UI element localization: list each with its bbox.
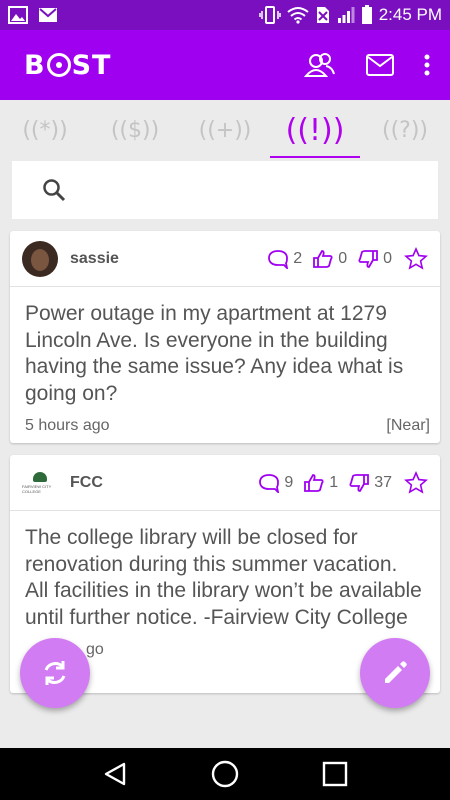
- status-time: 2:45 PM: [378, 5, 442, 24]
- search-icon[interactable]: [42, 178, 66, 202]
- app-logo: B ST: [24, 49, 112, 81]
- star-icon[interactable]: [404, 246, 428, 271]
- comment-icon: [259, 473, 280, 493]
- comment-count: 9: [284, 473, 294, 491]
- comment-count: 2: [293, 249, 303, 267]
- likes-stat[interactable]: 0: [312, 249, 347, 269]
- recents-icon[interactable]: [322, 761, 348, 787]
- post-time: 5 hours ago: [25, 417, 110, 434]
- compose-button[interactable]: [360, 638, 430, 708]
- post-text: The college library will be closed for r…: [25, 526, 422, 629]
- comments-stat[interactable]: 2: [267, 249, 302, 269]
- status-bar: 2:45 PM: [0, 0, 450, 30]
- comment-icon: [268, 249, 289, 269]
- thumbs-down-icon: [358, 249, 378, 268]
- post-author[interactable]: FCC: [70, 474, 103, 492]
- battery-icon: [361, 5, 372, 24]
- messages-icon[interactable]: [366, 54, 394, 76]
- dislike-count: 37: [374, 473, 392, 491]
- tab-question[interactable]: ((?)): [360, 100, 450, 160]
- dislikes-stat[interactable]: 37: [348, 473, 392, 493]
- search-bar[interactable]: [12, 161, 438, 219]
- tab-all[interactable]: ((*)): [0, 100, 90, 160]
- logo-broadcast-icon: [46, 53, 71, 77]
- wifi-icon: [287, 7, 309, 24]
- alert-broadcast-icon: ((!)): [285, 112, 345, 148]
- tab-plus[interactable]: ((+)): [180, 100, 270, 160]
- post-header: sassie 2 0 0: [10, 231, 440, 287]
- thumbs-up-icon: [313, 249, 333, 268]
- post-text: Power outage in my apartment at 1279 Lin…: [25, 302, 404, 405]
- comments-stat[interactable]: 9: [258, 473, 293, 493]
- dislikes-stat[interactable]: 0: [357, 249, 392, 269]
- overflow-menu-icon[interactable]: [424, 54, 430, 76]
- refresh-button[interactable]: [20, 638, 90, 708]
- like-count: 1: [329, 473, 339, 491]
- back-icon[interactable]: [102, 761, 128, 787]
- dislike-count: 0: [383, 249, 392, 267]
- money-broadcast-icon: (($)): [110, 117, 160, 143]
- question-broadcast-icon: ((?)): [381, 117, 428, 143]
- tab-alert[interactable]: ((!)): [270, 100, 360, 160]
- refresh-icon: [44, 661, 66, 685]
- tab-money[interactable]: (($)): [90, 100, 180, 160]
- vibrate-icon: [258, 6, 281, 24]
- avatar[interactable]: FAIRVIEW CITY COLLEGE: [22, 464, 58, 501]
- post-tag: [Near]: [386, 417, 430, 434]
- likes-stat[interactable]: 1: [303, 473, 338, 493]
- system-nav-bar: [0, 748, 450, 800]
- post-card[interactable]: sassie 2 0 0 Power outage in my apartmen…: [10, 231, 440, 443]
- post-author[interactable]: sassie: [70, 250, 119, 268]
- star-icon[interactable]: [404, 470, 428, 495]
- category-tabs: ((*)) (($)) ((+)) ((!)) ((?)): [0, 100, 450, 160]
- no-sim-icon: [316, 7, 329, 23]
- mail-notification-icon: [39, 8, 57, 22]
- home-icon[interactable]: [211, 760, 239, 788]
- thumbs-down-icon: [349, 473, 370, 492]
- post-time: go: [86, 641, 104, 658]
- gallery-notification-icon: [8, 6, 28, 24]
- like-count: 0: [338, 249, 348, 267]
- post-header: FAIRVIEW CITY COLLEGE FCC 9 1 37: [10, 455, 440, 511]
- friends-icon[interactable]: [304, 52, 336, 78]
- thumbs-up-icon: [304, 473, 324, 492]
- pencil-icon: [385, 661, 407, 683]
- all-broadcast-icon: ((*)): [22, 117, 68, 143]
- college-crest-icon: [33, 471, 47, 482]
- app-bar: B ST: [0, 30, 450, 100]
- signal-icon: [337, 7, 355, 23]
- avatar[interactable]: [22, 240, 58, 277]
- plus-broadcast-icon: ((+)): [198, 117, 252, 143]
